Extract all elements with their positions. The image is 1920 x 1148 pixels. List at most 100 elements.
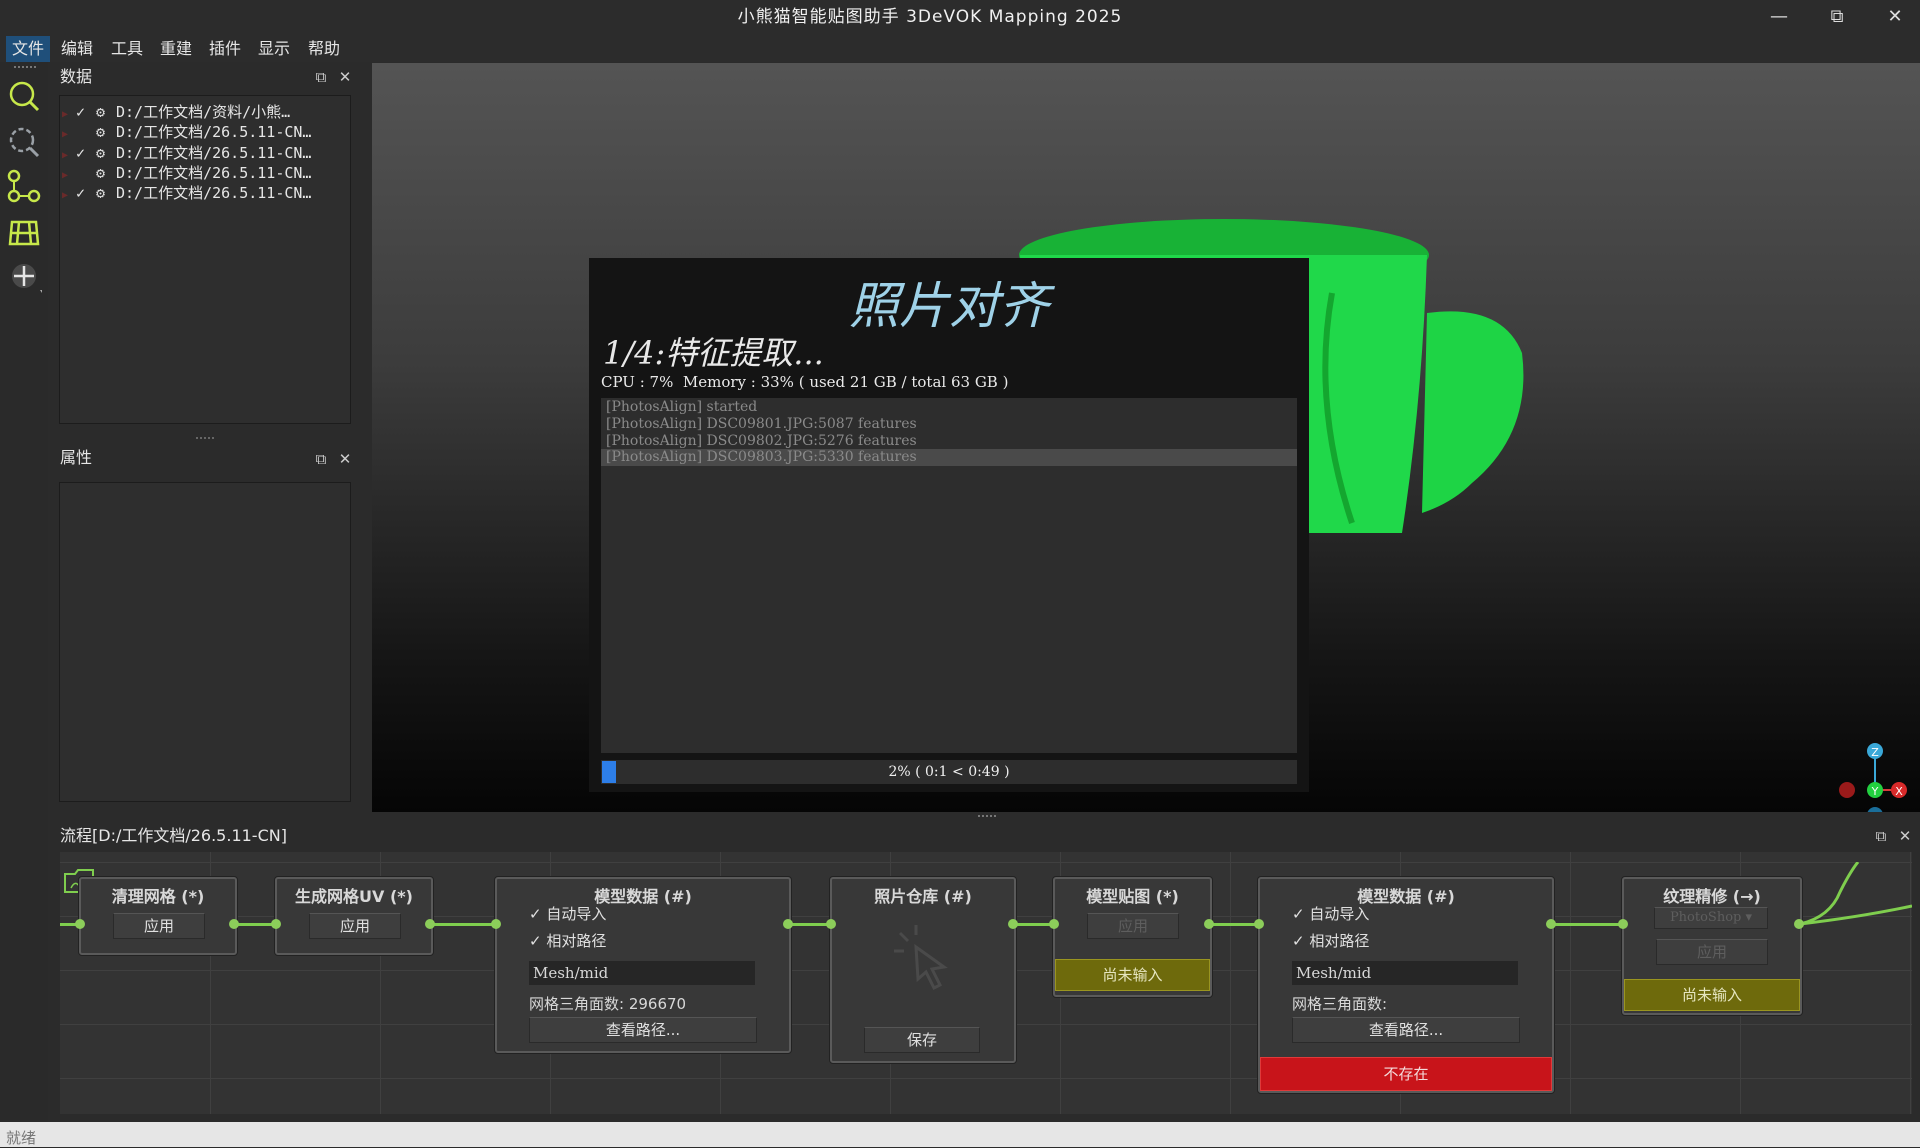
connection-wire bbox=[1551, 923, 1623, 926]
check-icon: ✓ bbox=[529, 932, 542, 950]
grid-mesh-icon[interactable] bbox=[6, 214, 42, 250]
axis-neg-x-icon bbox=[1839, 782, 1855, 798]
node-model-data[interactable]: 模型数据 (#) ✓ 自动导入 ✓ 相对路径 Mesh/mid 网格三角面数: … bbox=[1258, 877, 1554, 1093]
output-port[interactable] bbox=[1204, 919, 1214, 929]
menu-edit[interactable]: 编辑 bbox=[55, 36, 99, 62]
tree-item[interactable]: ▶ ⚙ D:/工作文档/26.5.11-CN… bbox=[62, 122, 311, 142]
progress-bar: 2% ( 0:1 < 0:49 ) bbox=[601, 760, 1297, 784]
panel-float-icon[interactable]: ⧉ bbox=[312, 450, 330, 468]
splitter-handle[interactable] bbox=[978, 814, 998, 818]
input-port[interactable] bbox=[1049, 919, 1059, 929]
minimize-button[interactable]: — bbox=[1750, 0, 1808, 36]
props-panel-title: 属性 bbox=[60, 448, 93, 467]
gear-icon: ⚙ bbox=[96, 103, 106, 121]
gear-icon: ⚙ bbox=[96, 123, 106, 141]
tree-item[interactable]: ▶ ⚙ D:/工作文档/26.5.11-CN… bbox=[62, 163, 311, 183]
input-port[interactable] bbox=[1618, 919, 1628, 929]
node-generate-uv[interactable]: 生成网格UV (*) 应用 bbox=[275, 877, 433, 955]
axis-z-label: Z bbox=[1871, 746, 1879, 759]
menu-display[interactable]: 显示 bbox=[252, 36, 296, 62]
panel-close-icon[interactable]: ✕ bbox=[336, 68, 354, 86]
connection-wire bbox=[432, 923, 496, 926]
menu-help[interactable]: 帮助 bbox=[302, 36, 346, 62]
node-clean-mesh[interactable]: 清理网格 (*) 应用 bbox=[79, 877, 237, 955]
checkbox-label: 相对路径 bbox=[546, 932, 607, 950]
search-icon[interactable] bbox=[6, 78, 42, 114]
apply-button[interactable]: 应用 bbox=[1656, 939, 1768, 965]
zoom-fit-icon[interactable] bbox=[6, 124, 42, 160]
node-model-data[interactable]: 模型数据 (#) ✓ 自动导入 ✓ 相对路径 Mesh/mid 网格三角面数: … bbox=[495, 877, 791, 1053]
restore-button[interactable]: ⧉ bbox=[1808, 0, 1866, 36]
resource-stats: CPU : 7% Memory : 33% ( used 21 GB / tot… bbox=[601, 373, 1009, 391]
apply-button[interactable]: 应用 bbox=[113, 913, 205, 939]
check-icon: ✓ bbox=[1292, 905, 1305, 923]
view-path-button[interactable]: 查看路径... bbox=[529, 1017, 757, 1043]
view-path-button[interactable]: 查看路径... bbox=[1292, 1017, 1520, 1043]
output-port[interactable] bbox=[1546, 919, 1556, 929]
tree-item[interactable]: ▶ ✓ ⚙ D:/工作文档/26.5.11-CN… bbox=[62, 183, 311, 203]
mesh-path-field[interactable]: Mesh/mid bbox=[529, 961, 755, 985]
panel-close-icon[interactable]: ✕ bbox=[1896, 827, 1914, 845]
output-port[interactable] bbox=[425, 919, 435, 929]
mesh-path-field[interactable]: Mesh/mid bbox=[1292, 961, 1518, 985]
gear-icon: ⚙ bbox=[96, 144, 106, 162]
tree-item[interactable]: ▶ ✓ ⚙ D:/工作文档/资料/小熊… bbox=[62, 102, 290, 122]
menu-file[interactable]: 文件 bbox=[6, 36, 51, 62]
checkbox[interactable]: ✓ bbox=[76, 102, 96, 122]
input-port[interactable] bbox=[271, 919, 281, 929]
gear-icon: ⚙ bbox=[96, 164, 106, 182]
window-title: 小熊猫智能贴图助手 3DeVOK Mapping 2025 bbox=[737, 7, 1123, 27]
log-line: [PhotosAlign] DSC09801.JPG:5087 features bbox=[606, 416, 917, 432]
auto-import-checkbox[interactable]: ✓ 自动导入 bbox=[1292, 903, 1369, 924]
menu-reconstruct[interactable]: 重建 bbox=[154, 36, 198, 62]
expand-arrow-icon[interactable]: ▶ bbox=[62, 186, 76, 206]
app-select[interactable]: PhotoShop ▾ bbox=[1654, 907, 1768, 929]
output-port[interactable] bbox=[1008, 919, 1018, 929]
input-port[interactable] bbox=[491, 919, 501, 929]
node-title: 清理网格 (*) bbox=[111, 887, 205, 906]
checkbox[interactable]: ✓ bbox=[76, 183, 96, 203]
panel-float-icon[interactable]: ⧉ bbox=[1872, 827, 1890, 845]
apply-button[interactable]: 应用 bbox=[1087, 913, 1179, 939]
process-panel-title: 流程[D:/工作文档/26.5.11-CN] bbox=[60, 826, 287, 845]
auto-import-checkbox[interactable]: ✓ 自动导入 bbox=[529, 903, 606, 924]
node-photo-store[interactable]: 照片仓库 (#) 保存 bbox=[830, 877, 1016, 1063]
check-icon: ✓ bbox=[1292, 932, 1305, 950]
node-graph-icon[interactable] bbox=[6, 168, 42, 204]
axis-y-label: Y bbox=[1871, 785, 1879, 798]
toolbar-grip bbox=[14, 66, 38, 68]
axis-gizmo[interactable]: Z Y X bbox=[1828, 733, 1918, 812]
output-port[interactable] bbox=[1794, 919, 1804, 929]
menu-tools[interactable]: 工具 bbox=[105, 36, 149, 62]
node-texture-retouch[interactable]: 纹理精修 (→) PhotoShop ▾ 应用 尚未输入 bbox=[1622, 877, 1802, 1015]
menu-plugins[interactable]: 插件 bbox=[203, 36, 247, 62]
input-port[interactable] bbox=[75, 919, 85, 929]
relative-path-checkbox[interactable]: ✓ 相对路径 bbox=[1292, 930, 1369, 951]
close-button[interactable]: ✕ bbox=[1866, 0, 1920, 36]
panel-float-icon[interactable]: ⧉ bbox=[312, 68, 330, 86]
check-icon: ✓ bbox=[529, 905, 542, 923]
checkbox[interactable]: ✓ bbox=[76, 143, 96, 163]
tree-item[interactable]: ▶ ✓ ⚙ D:/工作文档/26.5.11-CN… bbox=[62, 143, 311, 163]
apply-button[interactable]: 应用 bbox=[309, 913, 401, 939]
log-line: [PhotosAlign] started bbox=[606, 399, 758, 415]
log-list[interactable]: [PhotosAlign] started [PhotosAlign] DSC0… bbox=[601, 398, 1297, 753]
panel-close-icon[interactable]: ✕ bbox=[336, 450, 354, 468]
tree-item-label: D:/工作文档/26.5.11-CN… bbox=[116, 123, 312, 141]
save-button[interactable]: 保存 bbox=[864, 1027, 980, 1053]
node-model-texture[interactable]: 模型贴图 (*) 应用 尚未输入 bbox=[1053, 877, 1212, 997]
log-line: [PhotosAlign] DSC09803.JPG:5330 features bbox=[606, 449, 917, 465]
input-port[interactable] bbox=[1254, 919, 1264, 929]
input-port[interactable] bbox=[826, 919, 836, 929]
relative-path-checkbox[interactable]: ✓ 相对路径 bbox=[529, 930, 606, 951]
output-port[interactable] bbox=[783, 919, 793, 929]
checkbox-label: 自动导入 bbox=[1309, 905, 1370, 923]
move-icon[interactable] bbox=[6, 260, 42, 296]
output-port[interactable] bbox=[229, 919, 239, 929]
connection-wire bbox=[1800, 862, 1912, 926]
splitter-handle[interactable] bbox=[196, 436, 216, 440]
select-value: PhotoShop bbox=[1669, 910, 1742, 925]
connection-wire bbox=[1209, 923, 1259, 926]
expand-arrow-icon[interactable]: ▶ bbox=[62, 125, 76, 145]
properties-area bbox=[59, 482, 351, 802]
